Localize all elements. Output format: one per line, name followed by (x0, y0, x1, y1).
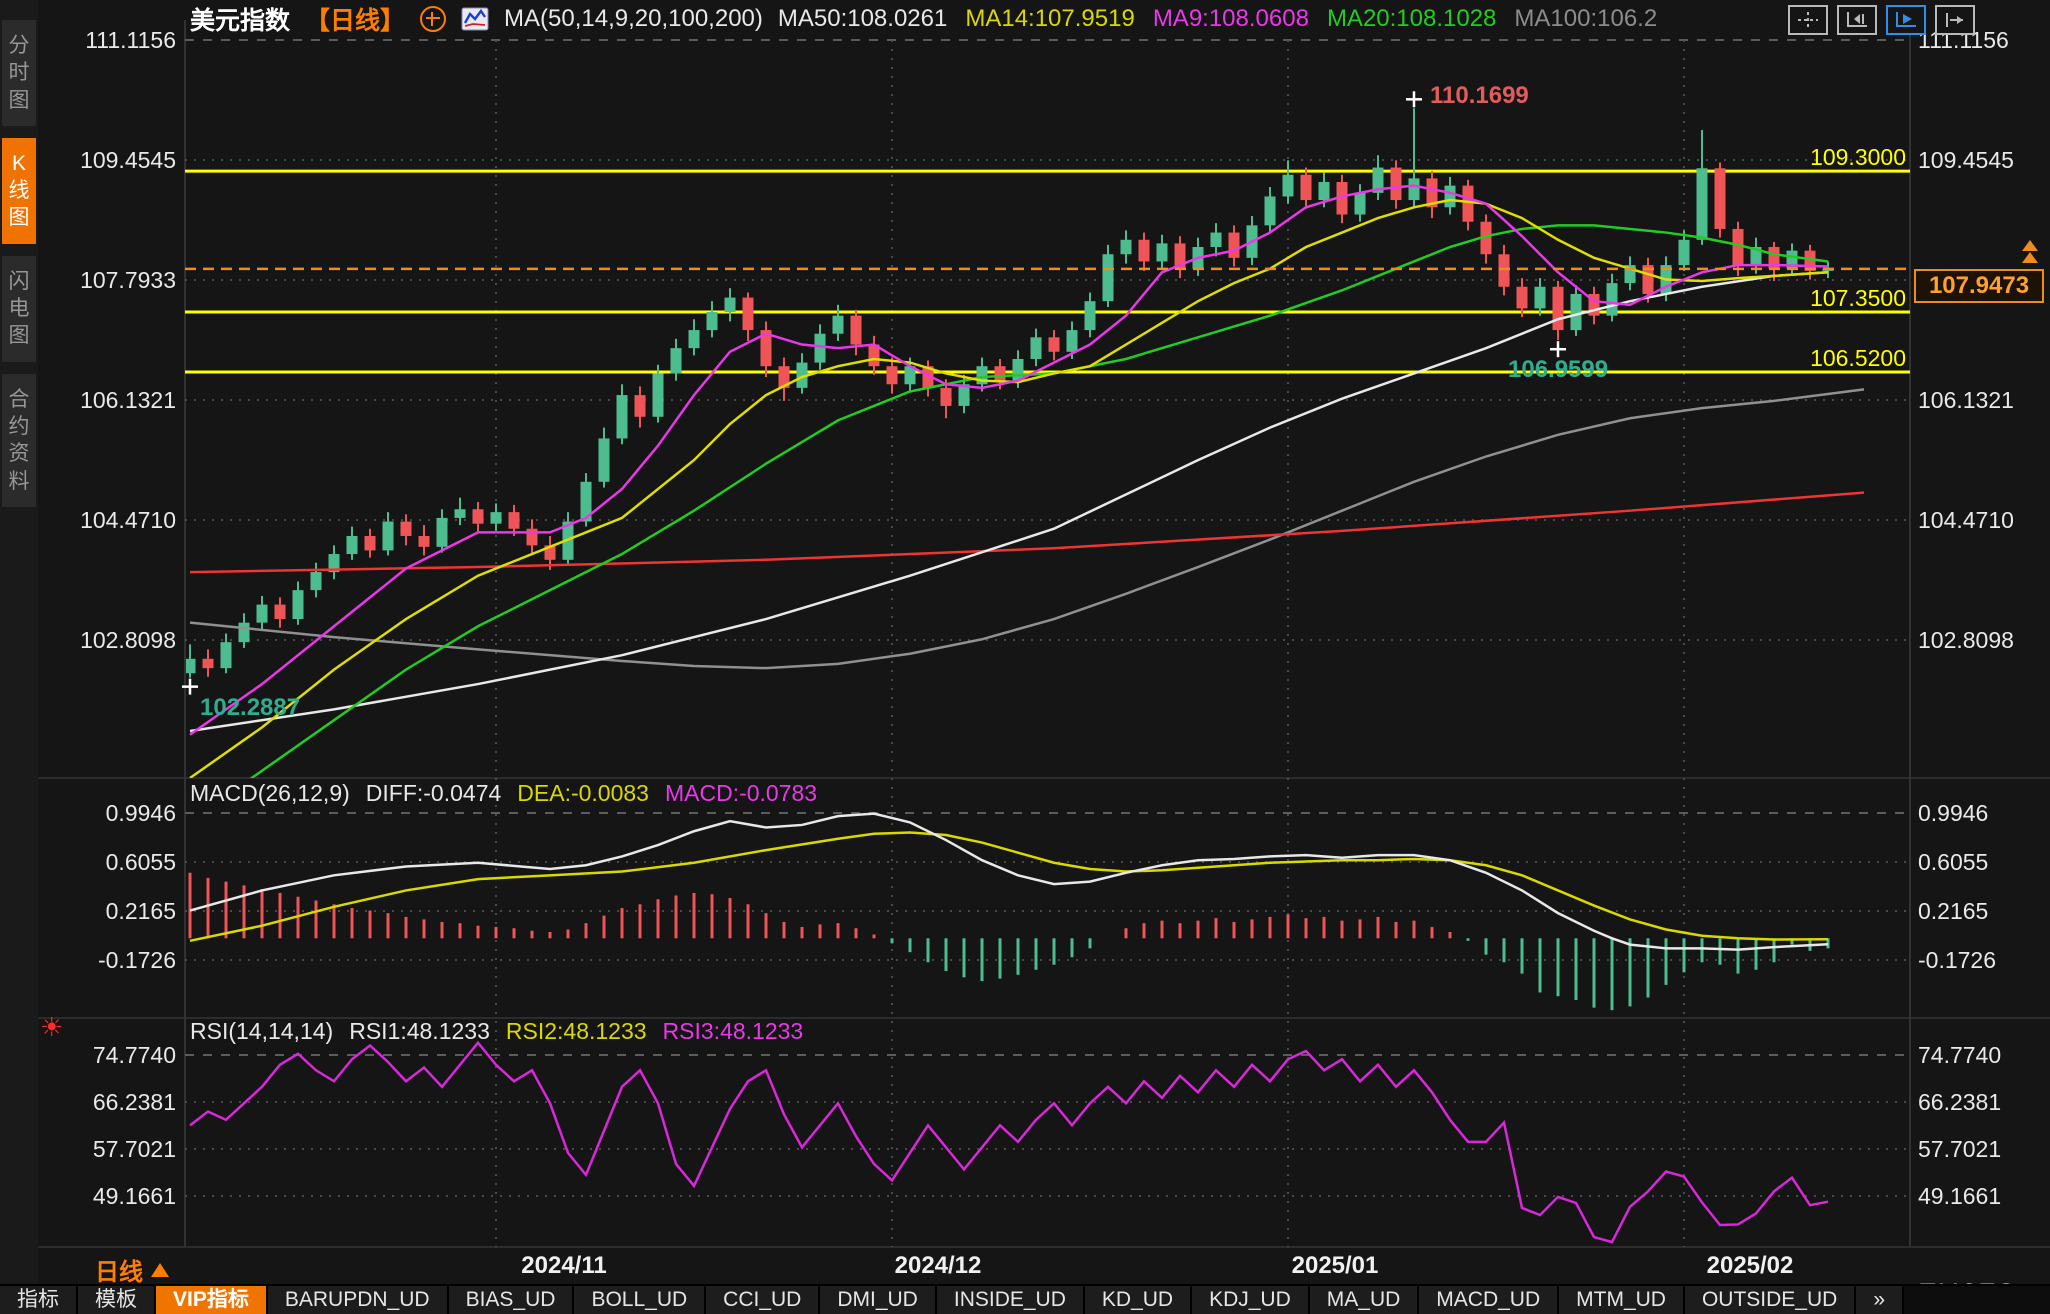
tab-macd-ud[interactable]: MACD_UD (1419, 1286, 1559, 1314)
period-label: 【日线】 (305, 1, 405, 37)
current-price-value: 107.9473 (1929, 272, 2029, 300)
mini-chart-icon[interactable] (461, 7, 489, 31)
tab-ma-ud[interactable]: MA_UD (1310, 1286, 1420, 1314)
tab-inside-ud[interactable]: INSIDE_UD (937, 1286, 1085, 1314)
ma-line-MA50 (190, 272, 1828, 731)
sidebar-item-lightning-chart[interactable]: 闪 电 图 (2, 256, 36, 362)
ma-value-2: MA9:108.0608 (1153, 5, 1309, 33)
ma-values: MA50:108.0261 MA14:107.9519 MA9:108.0608 MA… (778, 5, 1657, 33)
add-indicator-icon[interactable] (420, 6, 446, 32)
toolbar-shift-right-button[interactable] (1935, 5, 1975, 35)
tab-more[interactable]: » (1856, 1286, 1904, 1314)
low-marker-cross (1550, 341, 1566, 357)
tab-indicators[interactable]: 指标 (0, 1286, 78, 1314)
tab-dmi-ud[interactable]: DMI_UD (820, 1286, 937, 1314)
triangle-up-icon (151, 1263, 169, 1277)
alert-sun-icon[interactable]: ☀ (40, 1012, 63, 1043)
period-selector-label: 日线 (95, 1252, 143, 1287)
price-up-arrow-icon (2022, 240, 2038, 263)
ma-line-MA20 (190, 225, 1828, 821)
macd-diff-value: DIFF:-0.0474 (366, 780, 502, 807)
price-chart-canvas[interactable] (0, 0, 2050, 1314)
rsi-header: RSI(14,14,14) RSI1:48.1233 RSI2:48.1233 … (190, 1018, 803, 1045)
ma-value-3: MA20:108.1028 (1327, 5, 1496, 33)
sidebar-item-time-share-chart[interactable]: 分 时 图 (2, 20, 36, 126)
high-marker-cross (1406, 91, 1422, 107)
sidebar-item-kline-chart[interactable]: K 线 图 (2, 138, 36, 244)
indicator-tab-bar: 指标模板VIP指标BARUPDN_UDBIAS_UDBOLL_UDCCI_UDD… (0, 1284, 2050, 1314)
tab-boll-ud[interactable]: BOLL_UD (574, 1286, 706, 1314)
chart-header: 美元指数 【日线】 MA(50,14,9,20,100,200) MA50:10… (190, 2, 1657, 36)
diff-line (190, 814, 1828, 950)
tab-vip-indicators[interactable]: VIP指标 (156, 1286, 268, 1314)
sidebar-item-contract-info[interactable]: 合 约 资 料 (2, 374, 36, 507)
chart-toolbar (1788, 5, 1975, 35)
trading-terminal: 分 时 图 K 线 图闪 电 图合 约 资 料 美元指数 【日线】 MA(50,1… (0, 0, 2050, 1314)
tab-barupdn-ud[interactable]: BARUPDN_UD (268, 1286, 449, 1314)
toolbar-pan-button[interactable] (1788, 5, 1828, 35)
macd-params[interactable]: MACD(26,12,9) (190, 780, 350, 807)
tab-outside-ud[interactable]: OUTSIDE_UD (1685, 1286, 1856, 1314)
macd-dea-value: DEA:-0.0083 (517, 780, 649, 807)
macd-header: MACD(26,12,9) DIFF:-0.0474 DEA:-0.0083 M… (190, 780, 817, 807)
rsi-line (190, 1043, 1828, 1242)
ma-value-0: MA50:108.0261 (778, 5, 947, 33)
period-selector[interactable]: 日线 (95, 1252, 169, 1287)
sidebar: 分 时 图 K 线 图闪 电 图合 约 资 料 (0, 0, 38, 1284)
rsi-params[interactable]: RSI(14,14,14) (190, 1018, 333, 1045)
candlesticks (185, 108, 1834, 677)
rsi3-value: RSI3:48.1233 (663, 1018, 804, 1045)
rsi-pane (190, 1043, 1828, 1242)
symbol-title: 美元指数 (190, 1, 290, 37)
macd-pane (190, 814, 1828, 1010)
tab-cci-ud[interactable]: CCI_UD (706, 1286, 820, 1314)
tab-bias-ud[interactable]: BIAS_UD (449, 1286, 575, 1314)
macd-value: MACD:-0.0783 (665, 780, 817, 807)
tab-kdj-ud[interactable]: KDJ_UD (1192, 1286, 1310, 1314)
ma-settings[interactable]: MA(50,14,9,20,100,200) (504, 5, 763, 33)
ma-value-4: MA100:106.2 (1514, 5, 1657, 33)
current-price-box: 107.9473 (1914, 269, 2044, 303)
toolbar-scale-left-button[interactable] (1837, 5, 1877, 35)
rsi1-value: RSI1:48.1233 (349, 1018, 490, 1045)
tab-templates[interactable]: 模板 (78, 1286, 156, 1314)
toolbar-scale-play-button[interactable] (1886, 5, 1926, 35)
ma-value-1: MA14:107.9519 (965, 5, 1134, 33)
tab-mtm-ud[interactable]: MTM_UD (1559, 1286, 1685, 1314)
rsi2-value: RSI2:48.1233 (506, 1018, 647, 1045)
tab-kd-ud[interactable]: KD_UD (1085, 1286, 1192, 1314)
